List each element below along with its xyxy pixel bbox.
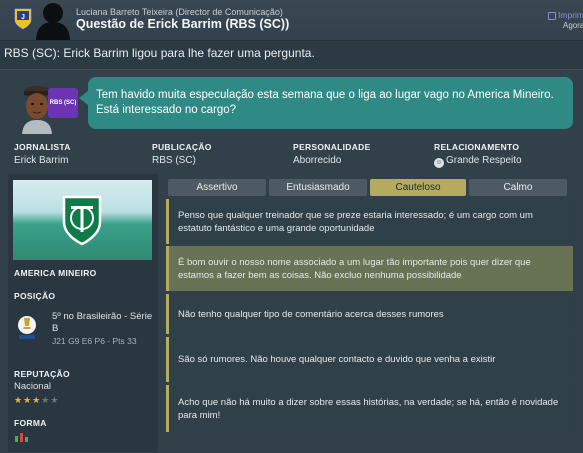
league-trophy-icon [18,316,36,339]
tone-tab-entusiasmado[interactable]: Entusiasmado [269,179,367,196]
america-mineiro-crest-icon [62,195,102,246]
respect-face-icon: ☺ [434,158,444,168]
club-name[interactable]: AMERICA MINEIRO [14,268,97,278]
position-label: POSIÇÃO [14,291,56,301]
intro-text: RBS (SC): Erick Barrim ligou para lhe fa… [4,46,315,60]
response-option-2[interactable]: É bom ouvir o nosso nome associado a um … [166,246,573,291]
response-option-3[interactable]: Não tenho qualquer tipo de comentário ac… [166,294,573,334]
relationship-label: RELACIONAMENTO [434,142,520,152]
info-relationship: RELACIONAMENTO ☺ Grande Respeito [434,142,522,168]
response-option-5[interactable]: Acho que não há muito a dizer sobre essa… [166,385,573,432]
outlet-badge: RBS (SC) [48,88,78,118]
relationship-value: Grande Respeito [446,155,522,166]
question-bubble: Tem havido muita especulação esta semana… [79,77,573,129]
reputation-value: Nacional [14,381,51,392]
personality-label: PERSONALIDADE [293,142,371,152]
journalist-label: JORNALISTA [14,142,71,152]
svg-text:J: J [21,14,25,21]
response-option-1[interactable]: Penso que qualquer treinador que se prez… [166,199,573,244]
star-icon: ★ [50,395,60,405]
info-publication: PUBLICAÇÃO RBS (SC) [152,142,212,166]
club-banner[interactable] [13,180,152,260]
time-label: Agora [563,21,583,30]
header-subtitle: Luciana Barreto Teixeira (Director de Co… [76,7,283,17]
personality-value: Aborrecido [293,155,342,166]
response-list: Penso que qualquer treinador que se prez… [166,199,573,439]
league-stats: J21 G9 E6 P6 - Pts 33 [52,336,137,346]
reputation-stars: ★★★★★ [14,395,59,406]
form-label: FORMA [14,418,47,428]
form-chart-icon [15,433,28,442]
journalist-value[interactable]: Erick Barrim [14,155,71,166]
print-label: Imprimir [558,10,583,20]
star-icon: ★ [41,395,51,405]
info-personality: PERSONALIDADE Aborrecido [293,142,371,166]
info-journalist: JORNALISTA Erick Barrim [14,142,71,166]
print-icon [548,11,556,20]
print-button[interactable]: Imprimir [548,10,583,20]
star-icon: ★ [32,395,42,405]
publication-value[interactable]: RBS (SC) [152,155,212,166]
publication-label: PUBLICAÇÃO [152,142,212,152]
club-badge-icon: J [13,7,33,31]
reputation-label: REPUTAÇÃO [14,369,70,379]
tone-tab-assertivo[interactable]: Assertivo [168,179,266,196]
star-icon: ★ [23,395,33,405]
response-option-4[interactable]: São só rumores. Não houve qualquer conta… [166,337,573,382]
tone-tab-cauteloso[interactable]: Cauteloso [370,179,466,196]
person-silhouette-icon [36,3,70,40]
tone-tab-calmo[interactable]: Calmo [469,179,567,196]
star-icon: ★ [14,395,24,405]
page-title: Questão de Erick Barrim (RBS (SC)) [76,17,290,31]
league-position[interactable]: 5º no Brasileirão - Série B [52,311,156,335]
